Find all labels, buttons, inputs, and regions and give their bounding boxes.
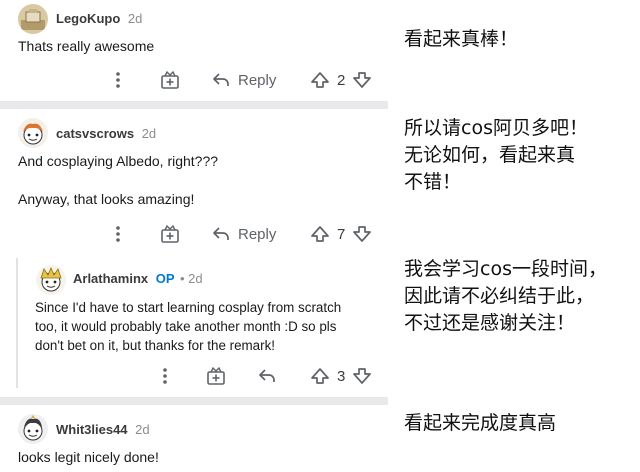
reply-button[interactable] (257, 364, 277, 388)
upvote-icon[interactable] (310, 70, 330, 90)
downvote-icon[interactable] (352, 224, 372, 244)
more-vertical-icon (116, 72, 120, 88)
op-badge: OP (155, 271, 175, 286)
reply-arrow-icon (213, 227, 229, 240)
username[interactable]: LegoKupo (56, 11, 120, 26)
timestamp-separator: • (179, 271, 185, 286)
downvote-icon[interactable] (352, 70, 372, 90)
more-options-button[interactable] (155, 364, 175, 388)
comment-author[interactable]: catsvscrows 2d (56, 126, 156, 141)
comment-body: Since I'd have to start learning cosplay… (35, 298, 341, 355)
give-award-button[interactable] (159, 68, 181, 92)
reply-button[interactable]: Reply (211, 222, 276, 246)
downvote-icon[interactable] (352, 366, 372, 386)
comment-text-line: Since I'd have to start learning cosplay… (35, 300, 342, 315)
timestamp: 2d (127, 11, 143, 26)
timestamp: 2d (135, 422, 150, 437)
upvote-icon[interactable] (310, 366, 330, 386)
snoo-avatar-icon (18, 118, 48, 148)
comment-text-line: Thats really awesome (18, 38, 155, 54)
comment-body: Thats really awesome (18, 37, 154, 56)
annotation-line: 不错！ (404, 171, 462, 193)
timestamp: 2d (141, 126, 157, 141)
more-vertical-icon (163, 368, 167, 384)
comment-text-line: And cosplaying Albedo, right??? (18, 153, 219, 169)
award-icon (207, 366, 225, 385)
username[interactable]: Whit3lies44 (56, 422, 128, 437)
more-options-button[interactable] (108, 222, 128, 246)
translation-annotation-4: 看起来完成度真高 (404, 410, 556, 437)
comment-text-line: Anyway, that looks amazing! (18, 191, 195, 207)
reply-label[interactable]: Reply (238, 226, 276, 243)
reply-button[interactable]: Reply (211, 68, 276, 92)
comment-thread: LegoKupo 2d Thats really awesome Reply 2 (0, 0, 388, 472)
more-options-button[interactable] (108, 68, 128, 92)
comment-text-line: too, it would probably take another mont… (35, 319, 337, 334)
comment-body: looks legit nicely done! (18, 448, 159, 467)
username[interactable]: Arlathaminx (73, 271, 148, 286)
translation-annotation-2: 所以请cos阿贝多吧！ 无论如何，看起来真 不错！ (404, 115, 588, 196)
annotation-line: 看起来真棒！ (404, 28, 519, 50)
vote-controls: 3 (310, 364, 372, 388)
vote-count: 2 (337, 71, 346, 89)
vote-controls: 2 (310, 68, 372, 92)
annotation-line: 不过还是感谢关注！ (404, 312, 576, 334)
give-award-button[interactable] (159, 222, 181, 246)
more-vertical-icon (116, 226, 120, 242)
comment-separator (0, 101, 388, 109)
annotation-line: 无论如何，看起来真 (404, 144, 576, 166)
avatar[interactable] (18, 414, 48, 444)
avatar[interactable] (36, 265, 66, 295)
award-icon (161, 224, 179, 243)
snoo-avatar-icon (18, 4, 48, 34)
vote-count: 3 (337, 367, 346, 385)
give-award-button[interactable] (205, 364, 227, 388)
comment-text-line: don't bet on it, but thanks for the rema… (35, 338, 275, 353)
annotation-line: 因此请不必纠结于此， (404, 285, 595, 307)
annotation-line: 所以请cos阿贝多吧！ (404, 117, 588, 139)
translation-annotation-3: 我会学习cos一段时间， 因此请不必纠结于此， 不过还是感谢关注！ (404, 256, 607, 337)
avatar[interactable] (18, 118, 48, 148)
upvote-icon[interactable] (310, 224, 330, 244)
comment-author[interactable]: LegoKupo 2d (56, 11, 142, 26)
comment-author[interactable]: Whit3lies44 2d (56, 422, 150, 437)
annotation-line: 我会学习cos一段时间， (404, 258, 607, 280)
reply-arrow-icon (213, 73, 229, 86)
snoo-avatar-icon (18, 414, 48, 444)
comment-text-line (18, 171, 218, 190)
comment-actions: Reply 7 (0, 222, 388, 246)
reply-arrow-icon (259, 369, 275, 382)
comment-separator (0, 397, 388, 405)
comment-author[interactable]: Arlathaminx OP • 2d (73, 271, 203, 286)
reply-label[interactable]: Reply (238, 72, 276, 89)
comment-actions: 3 (0, 364, 388, 388)
avatar[interactable] (18, 4, 48, 34)
timestamp: 2d (188, 271, 203, 286)
username[interactable]: catsvscrows (56, 126, 134, 141)
vote-count: 7 (337, 225, 346, 243)
comment-body: And cosplaying Albedo, right??? Anyway, … (18, 152, 218, 209)
comment-text-line: looks legit nicely done! (18, 449, 159, 465)
translation-annotation-1: 看起来真棒！ (404, 26, 518, 53)
comment-actions: Reply 2 (0, 68, 388, 92)
award-icon (161, 70, 179, 89)
vote-controls: 7 (310, 222, 372, 246)
annotation-line: 看起来完成度真高 (404, 412, 557, 434)
snoo-avatar-icon (36, 265, 66, 295)
